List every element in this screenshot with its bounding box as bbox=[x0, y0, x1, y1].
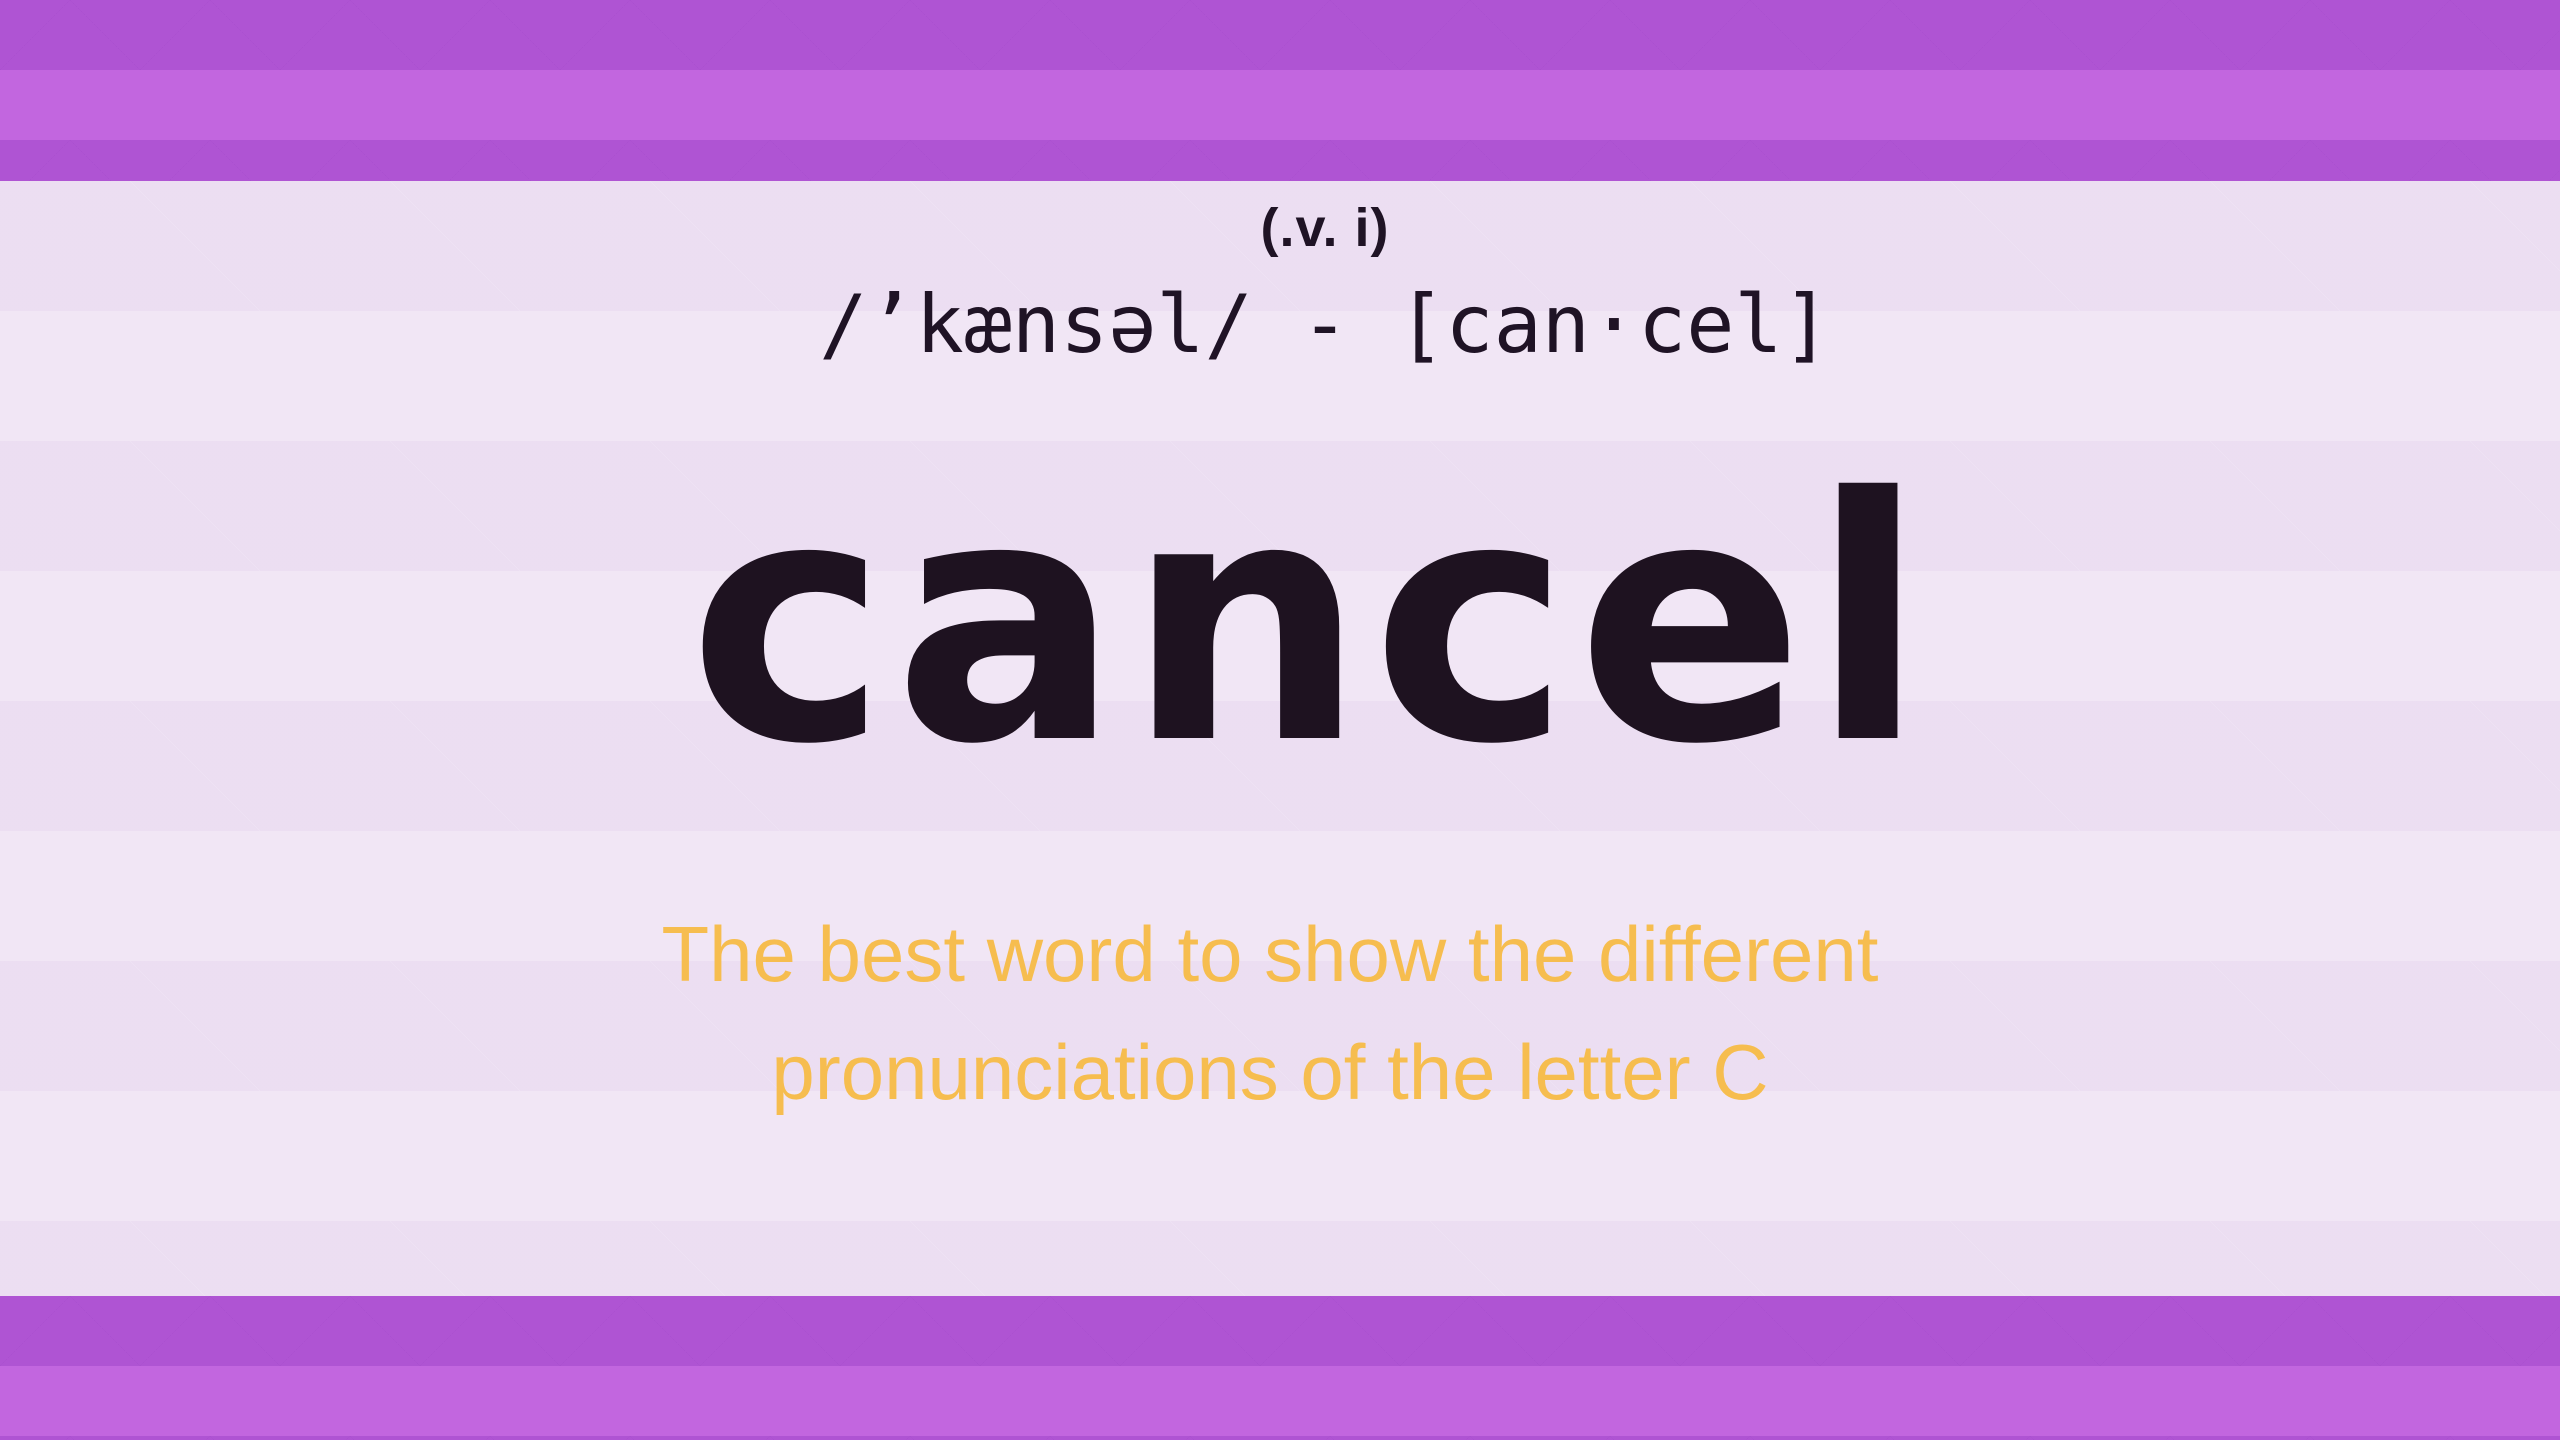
headword: cancel bbox=[688, 427, 1932, 818]
pronunciation: /’kænsəl/ - [can·cel] bbox=[819, 278, 1831, 371]
tagline-line-1: The best word to show the different bbox=[661, 910, 1879, 998]
top-chevron-band bbox=[0, 0, 2560, 181]
word-card: (.v. i) /’kænsəl/ - [can·cel] cancel The… bbox=[0, 0, 2560, 1440]
bottom-chevron-band bbox=[0, 1296, 2560, 1440]
tagline: The best word to show the different pron… bbox=[0, 895, 2540, 1131]
tagline-line-2: pronunciations of the letter C bbox=[771, 1028, 1769, 1116]
part-of-speech: (.v. i) bbox=[1260, 198, 1390, 258]
